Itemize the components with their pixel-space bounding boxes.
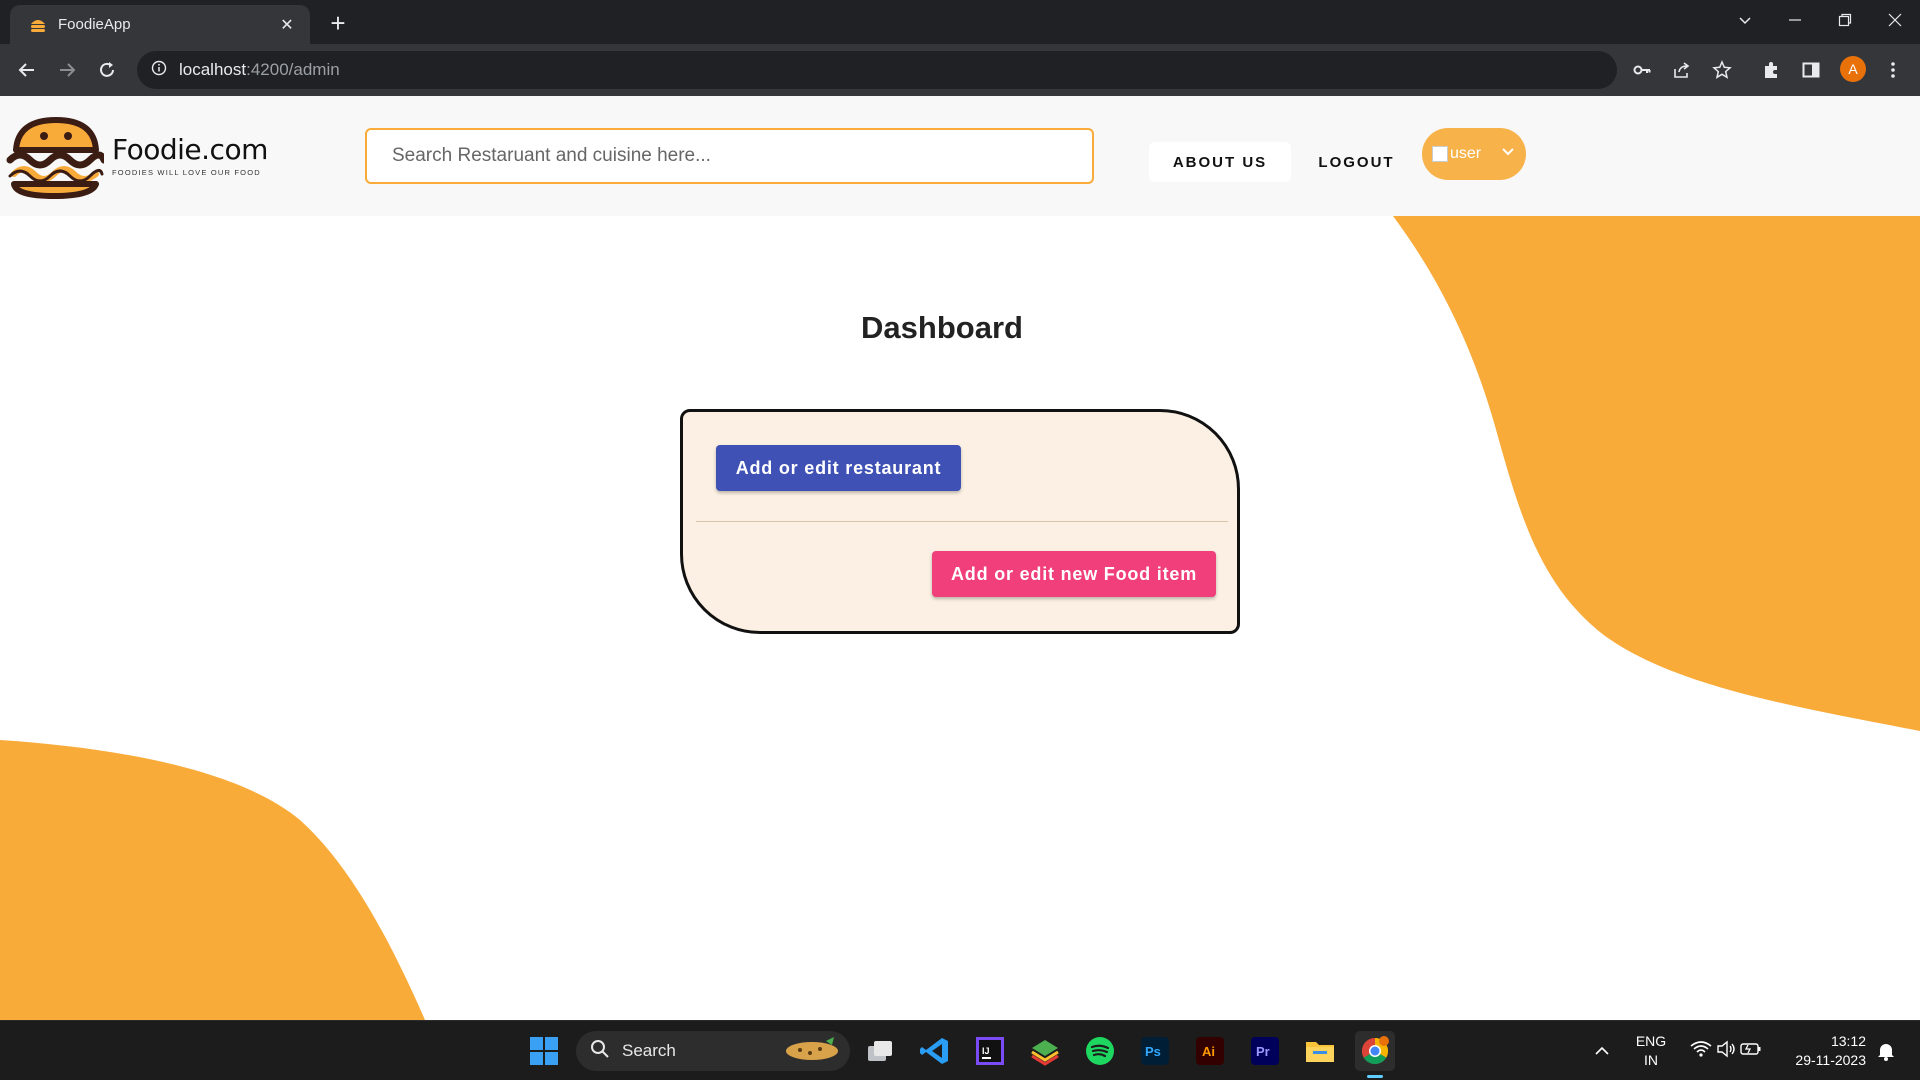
orange-blob-bottom-left [0,740,425,1020]
language-primary: ENG [1635,1033,1667,1049]
intellij-icon[interactable]: IJ [970,1031,1010,1071]
user-avatar-image: user [1432,145,1481,163]
reload-icon[interactable] [93,56,121,84]
card-divider [696,521,1228,522]
bluestacks-icon[interactable] [1025,1031,1065,1071]
chevron-down-icon [1501,145,1515,164]
bookmark-star-icon[interactable] [1710,58,1734,82]
search-icon [590,1039,610,1064]
vscode-icon[interactable] [915,1031,955,1071]
clock-time: 13:12 [1830,1033,1866,1049]
admin-action-card: Add or edit restaurant Add or edit new F… [680,409,1240,634]
task-view-icon[interactable] [860,1031,900,1071]
burger-logo-icon [6,117,104,199]
premiere-icon[interactable]: Pr [1245,1031,1285,1071]
notification-bell-icon[interactable] [1868,1031,1904,1071]
clock[interactable]: 13:12 29-11-2023 [1776,1032,1866,1070]
foodie-logo[interactable]: Foodie.com FOODIES WILL LOVE OUR FOOD [4,114,268,200]
clock-date: 29-11-2023 [1795,1052,1866,1068]
svg-text:Ps: Ps [1145,1044,1161,1059]
windows-taskbar: Search IJ Ps Ai Pr ENG IN 13:12 29-11-20… [0,1020,1920,1080]
extensions-puzzle-icon[interactable] [1759,58,1783,82]
restore-icon[interactable] [1820,0,1870,40]
taskbar-search[interactable]: Search [576,1031,850,1071]
tab-close-icon[interactable]: ✕ [276,15,298,35]
new-tab-button[interactable]: + [323,8,353,39]
about-us-button[interactable]: ABOUT US [1149,142,1291,182]
site-info-icon[interactable] [151,60,167,81]
wifi-icon [1690,1040,1712,1063]
minimize-icon[interactable] [1770,0,1820,40]
profile-avatar[interactable]: A [1840,56,1866,82]
windows-start-icon[interactable] [524,1031,564,1071]
orange-blob-top-right [1393,216,1920,731]
close-window-icon[interactable] [1870,0,1920,40]
add-edit-restaurant-button[interactable]: Add or edit restaurant [716,445,961,491]
search-input[interactable]: Search Restaruant and cuisine here... [365,128,1094,184]
url-path: :4200/admin [246,60,340,79]
address-bar[interactable]: localhost:4200/admin [137,51,1617,89]
volume-icon [1716,1040,1736,1063]
illustrator-icon[interactable]: Ai [1190,1031,1230,1071]
user-menu-button[interactable]: user [1422,128,1526,180]
browser-toolbar: localhost:4200/admin [0,44,1920,96]
battery-icon [1740,1041,1762,1062]
password-key-icon[interactable] [1630,58,1654,82]
browser-tabstrip: FoodieApp ✕ + [0,0,1920,44]
search-highlight-icon [782,1035,842,1068]
back-icon[interactable] [13,56,41,84]
logo-tagline: FOODIES WILL LOVE OUR FOOD [112,168,261,177]
system-tray-status[interactable] [1686,1031,1766,1071]
window-controls [1720,0,1920,40]
active-app-indicator [1367,1075,1383,1078]
broken-image-icon [1432,146,1448,162]
forward-icon[interactable] [53,56,81,84]
photoshop-icon[interactable]: Ps [1135,1031,1175,1071]
share-icon[interactable] [1670,58,1694,82]
language-indicator[interactable]: ENG IN [1628,1032,1674,1070]
svg-text:IJ: IJ [982,1046,990,1056]
tray-overflow-chevron-icon[interactable] [1582,1031,1622,1071]
add-edit-food-item-button[interactable]: Add or edit new Food item [932,551,1216,597]
burger-favicon-icon [28,15,48,35]
language-secondary: IN [1644,1052,1658,1068]
tab-title: FoodieApp [58,16,131,33]
svg-text:Pr: Pr [1256,1044,1270,1059]
menu-kebab-icon[interactable] [1881,58,1905,82]
logo-text: Foodie.com FOODIES WILL LOVE OUR FOOD [112,133,268,177]
user-alt-text: user [1450,145,1482,162]
tab-search-icon[interactable] [1720,0,1770,40]
spotify-icon[interactable] [1080,1031,1120,1071]
svg-text:Ai: Ai [1202,1044,1215,1059]
file-explorer-icon[interactable] [1300,1031,1340,1071]
page-title: Dashboard [861,310,1023,345]
app-header: Foodie.com FOODIES WILL LOVE OUR FOOD Se… [0,96,1920,216]
url-host: localhost [179,60,247,79]
chrome-icon[interactable] [1355,1031,1395,1071]
browser-tab[interactable]: FoodieApp ✕ [10,5,310,44]
taskbar-search-label: Search [622,1041,676,1060]
logout-button[interactable]: LOGOUT [1304,142,1409,182]
side-panel-icon[interactable] [1799,58,1823,82]
logo-name: Foodie.com [112,133,268,166]
